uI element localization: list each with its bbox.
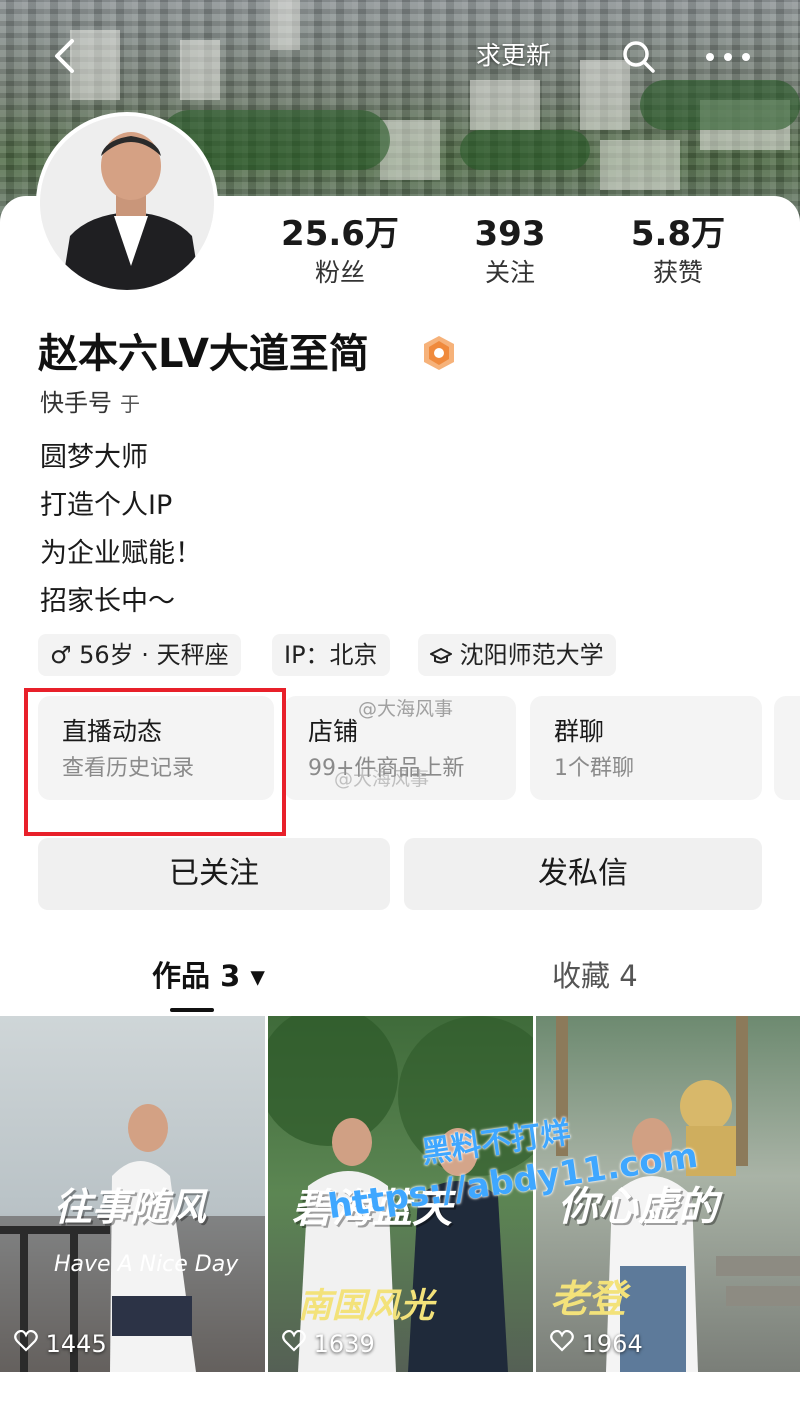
tab-works[interactable]: 作品 3 ▾	[152, 952, 265, 1000]
heart-icon	[550, 1329, 574, 1358]
followed-button[interactable]: 已关注	[38, 838, 390, 910]
graduation-cap-icon	[430, 641, 460, 669]
kuaishou-id-value: 于	[120, 392, 140, 416]
heart-icon	[282, 1329, 306, 1358]
top-bar: 求更新	[0, 0, 800, 110]
bio-line: 打造个人IP	[40, 490, 173, 521]
entry-group-chat[interactable]: 群聊 1个群聊	[530, 696, 762, 800]
search-icon[interactable]	[622, 40, 656, 74]
tag-ip-location: IP：北京	[272, 634, 390, 676]
entry-subtitle: 1个群聊	[554, 756, 634, 781]
video-tile[interactable]: 你心虚的 老登 1964	[536, 1016, 800, 1372]
stat-label: 关注	[484, 258, 535, 287]
stat-fans[interactable]: 25.6万 粉丝	[260, 212, 420, 290]
tag-age-zodiac: ♂ 56岁 · 天秤座	[38, 634, 241, 676]
bio-line: 圆梦大师	[40, 442, 148, 473]
like-count-value: 1964	[581, 1330, 643, 1358]
video-subcaption: 老登	[550, 1277, 627, 1321]
kuaishou-id: 快手号于	[40, 386, 140, 421]
video-subcaption: 南国风光	[298, 1286, 434, 1326]
video-subcaption: Have A Nice Day	[54, 1252, 239, 1277]
avatar[interactable]	[36, 112, 218, 294]
bio-line: 招家长中～	[40, 586, 175, 617]
tag-school-label: 沈阳师范大学	[459, 641, 604, 669]
send-message-button[interactable]: 发私信	[404, 838, 762, 910]
like-count: 1639	[282, 1329, 375, 1358]
stats-row: 25.6万 粉丝 393 关注 5.8万 获赞	[260, 212, 780, 302]
entry-title: 群聊	[554, 717, 605, 746]
heart-icon	[14, 1329, 38, 1358]
like-count: 1964	[550, 1329, 643, 1358]
stat-label: 粉丝	[314, 258, 365, 287]
like-count-value: 1445	[45, 1330, 107, 1358]
like-count-value: 1639	[313, 1330, 375, 1358]
kuaishou-id-label: 快手号	[40, 389, 112, 417]
stat-value: 393	[474, 214, 546, 254]
highlight-box	[24, 688, 286, 836]
weibo-watermark-faint: @大海风事	[334, 768, 430, 790]
verified-badge-icon[interactable]	[420, 334, 458, 372]
more-dots-icon[interactable]	[700, 40, 760, 74]
stat-following[interactable]: 393 关注	[430, 212, 590, 290]
like-count: 1445	[14, 1329, 107, 1358]
request-update-button[interactable]: 求更新	[476, 40, 551, 72]
entry-more[interactable]	[774, 696, 800, 800]
tag-school[interactable]: 沈阳师范大学	[418, 634, 616, 676]
video-tile[interactable]: 往事随风 Have A Nice Day 1445	[0, 1016, 265, 1372]
bio: 圆梦大师 打造个人IP 为企业赋能！ 招家长中～	[40, 434, 202, 626]
stat-likes[interactable]: 5.8万 获赞	[598, 212, 758, 290]
back-arrow-icon[interactable]	[50, 38, 80, 74]
profile-name: 赵本六LV大道至简	[38, 331, 369, 377]
bio-line: 为企业赋能！	[40, 538, 202, 569]
content-tabs: 作品 3 ▾ 收藏 4	[0, 952, 800, 1012]
tab-favorites[interactable]: 收藏 4	[552, 952, 638, 1000]
stat-value: 5.8万	[630, 214, 726, 254]
stat-value: 25.6万	[281, 214, 399, 254]
weibo-watermark: @大海风事	[358, 698, 454, 720]
stat-label: 获赞	[652, 258, 703, 287]
active-tab-indicator	[170, 1008, 214, 1012]
video-caption: 往事随风	[54, 1185, 207, 1229]
